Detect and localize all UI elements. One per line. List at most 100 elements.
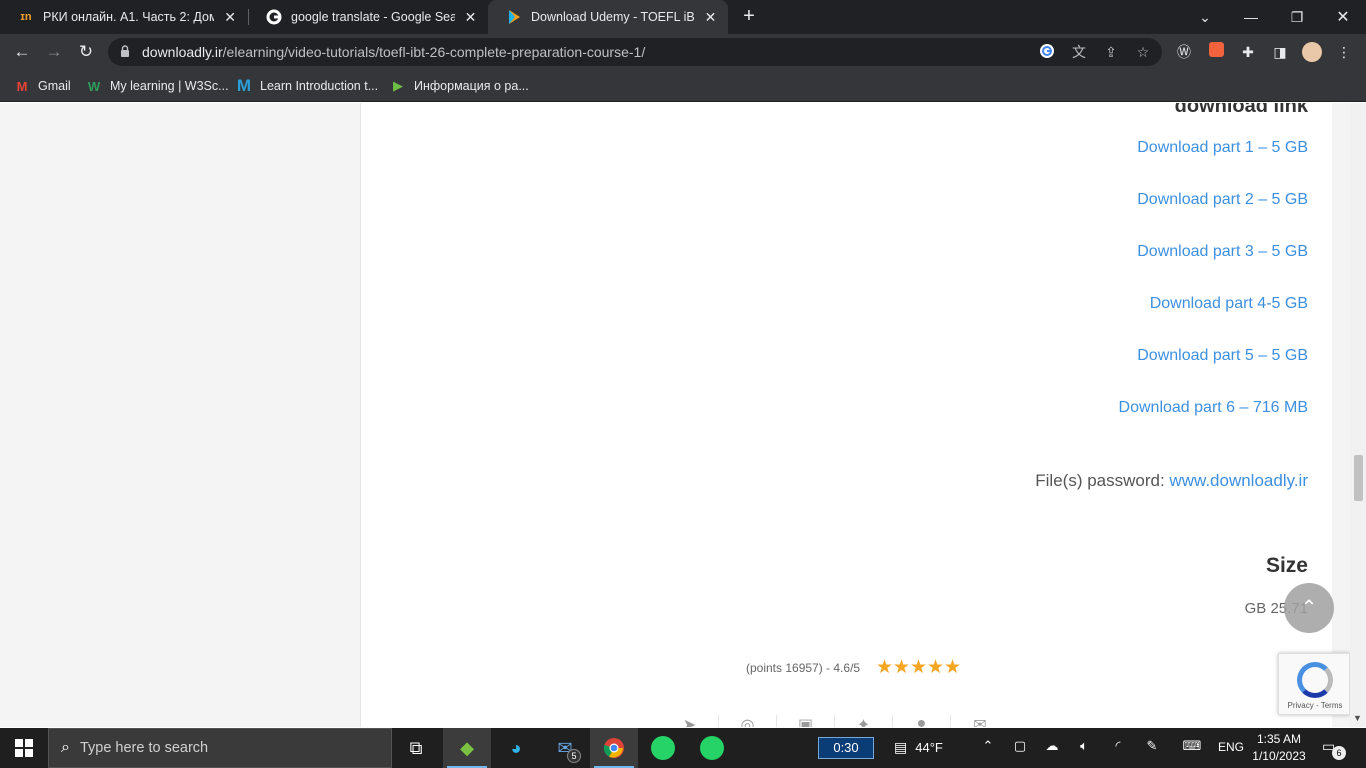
wifi-icon[interactable]: ◜ (1108, 738, 1128, 754)
close-icon[interactable]: ✕ (463, 9, 478, 26)
whatsapp-share-icon[interactable]: ◎ (719, 715, 777, 727)
page-scrollbar[interactable]: ▼ (1350, 103, 1366, 727)
share-icon[interactable]: ⇪ (1102, 43, 1120, 61)
window-close-icon[interactable]: ✕ (1320, 0, 1366, 34)
url-path: /elearning/video-tutorials/toefl-ibt-26-… (222, 44, 646, 60)
recaptcha-logo-icon (1297, 662, 1333, 698)
tray-cloud-icon[interactable]: ☁ (1042, 738, 1062, 754)
side-panel-icon[interactable]: ◨ (1270, 42, 1290, 62)
password-value-link[interactable]: www.downloadly.ir (1169, 471, 1308, 490)
rating-text: (points 16957) - 4.6/5 (746, 661, 861, 675)
address-bar[interactable]: downloadly.ir/elearning/video-tutorials/… (108, 38, 1162, 66)
extension-orange-icon[interactable] (1206, 42, 1226, 62)
google-lens-icon[interactable] (1038, 43, 1056, 61)
bookmark-star-icon[interactable]: ☆ (1134, 43, 1152, 61)
tab-search-icon[interactable]: ⌄ (1182, 0, 1228, 34)
download-part-2-link[interactable]: Download part 2 – 5 GB (1137, 191, 1308, 209)
star-icon[interactable]: ★ (944, 658, 961, 678)
search-placeholder: Type here to search (79, 740, 209, 756)
url-text[interactable]: downloadly.ir/elearning/video-tutorials/… (142, 44, 645, 60)
url-host: downloadly.ir (142, 44, 223, 60)
close-icon[interactable]: ✕ (703, 9, 718, 26)
twitter-share-icon[interactable]: ✦ (835, 715, 893, 727)
taskbar-app-whatsapp[interactable] (639, 728, 687, 768)
bookmark-label: Learn Introduction t... (260, 79, 379, 93)
language-indicator[interactable]: ENG (1218, 740, 1244, 754)
keyboard-icon[interactable]: ⌨ (1180, 738, 1204, 754)
taskbar-app-idm[interactable]: ◆ (443, 728, 491, 768)
task-view-icon[interactable]: ⧉ (392, 728, 440, 768)
recaptcha-links[interactable]: Privacy - Terms (1279, 701, 1350, 710)
taskbar-app-edge[interactable]: ◕ (492, 728, 540, 768)
taskbar-app-whatsapp-2[interactable] (688, 728, 736, 768)
notification-badge: 6 (1332, 746, 1346, 760)
tab-rki[interactable]: ɪn РКИ онлайн. A1. Часть 2: Домашн ✕ (0, 0, 248, 34)
scroll-down-arrow-icon[interactable]: ▼ (1353, 713, 1362, 723)
rating-stars[interactable]: ★ ★ ★ ★ ★ (876, 658, 961, 678)
gmail-icon: M (16, 78, 28, 94)
restore-icon[interactable]: ❐ (1274, 0, 1320, 34)
volume-icon[interactable]: 🔈︎ (1074, 738, 1094, 754)
tab-downloadly[interactable]: Download Udemy - TOEFL iBT (26 ✕ (488, 0, 728, 34)
windows-taskbar: ⌕ Type here to search ⧉ ◆ ◕ ✉ 5 0:30 ▤ 4… (0, 728, 1366, 768)
bookmark-label: Информация о ра... (414, 79, 529, 93)
minimize-icon[interactable]: — (1228, 0, 1274, 34)
m-logo-icon: M (236, 76, 252, 95)
download-part-1-link[interactable]: Download part 1 – 5 GB (1137, 139, 1308, 157)
telegram-share-icon[interactable]: ➤ (661, 715, 719, 727)
tab-google-search[interactable]: google translate - Google Search ✕ (248, 0, 488, 34)
star-icon[interactable]: ★ (893, 658, 910, 678)
edge-icon: ◕ (510, 737, 522, 758)
reload-icon[interactable]: ↻ (74, 40, 98, 64)
scrollbar-thumb[interactable] (1354, 455, 1363, 501)
idm-icon: ◆ (460, 737, 474, 758)
temperature: 44°F (915, 740, 943, 755)
bookmark-gmail[interactable]: M Gmail (14, 76, 71, 96)
bookmark-informatsiya[interactable]: ▶ Информация о ра... (390, 76, 529, 96)
download-part-4-link[interactable]: Download part 4-5 GB (1150, 295, 1308, 313)
tab-strip: ɪn РКИ онлайн. A1. Часть 2: Домашн ✕ goo… (0, 0, 1366, 34)
w3schools-icon: W (87, 78, 101, 94)
star-icon[interactable]: ★ (910, 658, 927, 678)
downloadly-icon (506, 9, 522, 25)
profile-avatar[interactable] (1302, 42, 1322, 62)
browser-toolbar: ← → ↻ downloadly.ir/elearning/video-tuto… (0, 34, 1366, 70)
download-part-5-link[interactable]: Download part 5 – 5 GB (1137, 347, 1308, 365)
size-heading: Size (1265, 554, 1308, 577)
star-icon[interactable]: ★ (876, 658, 893, 678)
forward-icon[interactable]: → (42, 40, 66, 64)
tray-chevron-icon[interactable]: ⌃ (978, 738, 998, 754)
notification-center[interactable]: ▭ 6 (1322, 738, 1346, 760)
extensions-puzzle-icon[interactable]: ✚ (1238, 42, 1258, 62)
system-clock[interactable]: 1:35 AM 1/10/2023 (1250, 731, 1308, 765)
close-icon[interactable]: ✕ (222, 9, 238, 26)
google-icon (266, 9, 282, 25)
bookmark-w3schools[interactable]: W My learning | W3Sc... (86, 76, 229, 96)
bookmark-label: My learning | W3Sc... (110, 79, 229, 93)
taskbar-search-box[interactable]: ⌕ Type here to search (48, 728, 392, 768)
taskbar-app-chrome[interactable] (590, 728, 638, 768)
menu-kebab-icon[interactable]: ⋮ (1334, 42, 1354, 62)
bookmark-learn-introduction[interactable]: M Learn Introduction t... (236, 76, 378, 96)
weather-widget[interactable]: ▤ 44°F (894, 739, 943, 756)
content-column: download link Download part 1 – 5 GB Dow… (360, 103, 1332, 727)
timer-widget[interactable]: 0:30 (818, 737, 874, 759)
translate-icon[interactable]: 文 (1070, 43, 1088, 61)
taskbar-app-mail[interactable]: ✉ 5 (541, 728, 589, 768)
download-part-6-link[interactable]: Download part 6 – 716 MB (1119, 399, 1308, 417)
recaptcha-badge[interactable]: Privacy - Terms (1278, 653, 1350, 715)
email-share-icon[interactable]: ✉ (951, 715, 1009, 727)
tray-device-icon[interactable]: ▢ (1010, 738, 1030, 754)
extension-w-icon[interactable]: Ⓦ (1174, 42, 1194, 62)
linkedin-share-icon[interactable]: ▣ (777, 715, 835, 727)
pen-icon[interactable]: ✎ (1142, 738, 1162, 754)
download-part-3-link[interactable]: Download part 3 – 5 GB (1137, 243, 1308, 261)
facebook-share-icon[interactable]: ● (893, 715, 951, 727)
start-button[interactable] (0, 728, 48, 768)
lock-icon (121, 45, 129, 57)
scroll-to-top-button[interactable]: ⌃ (1284, 583, 1334, 633)
new-tab-button[interactable]: + (738, 6, 760, 28)
search-icon: ⌕ (61, 739, 70, 756)
star-icon[interactable]: ★ (927, 658, 944, 678)
back-icon[interactable]: ← (10, 40, 34, 64)
